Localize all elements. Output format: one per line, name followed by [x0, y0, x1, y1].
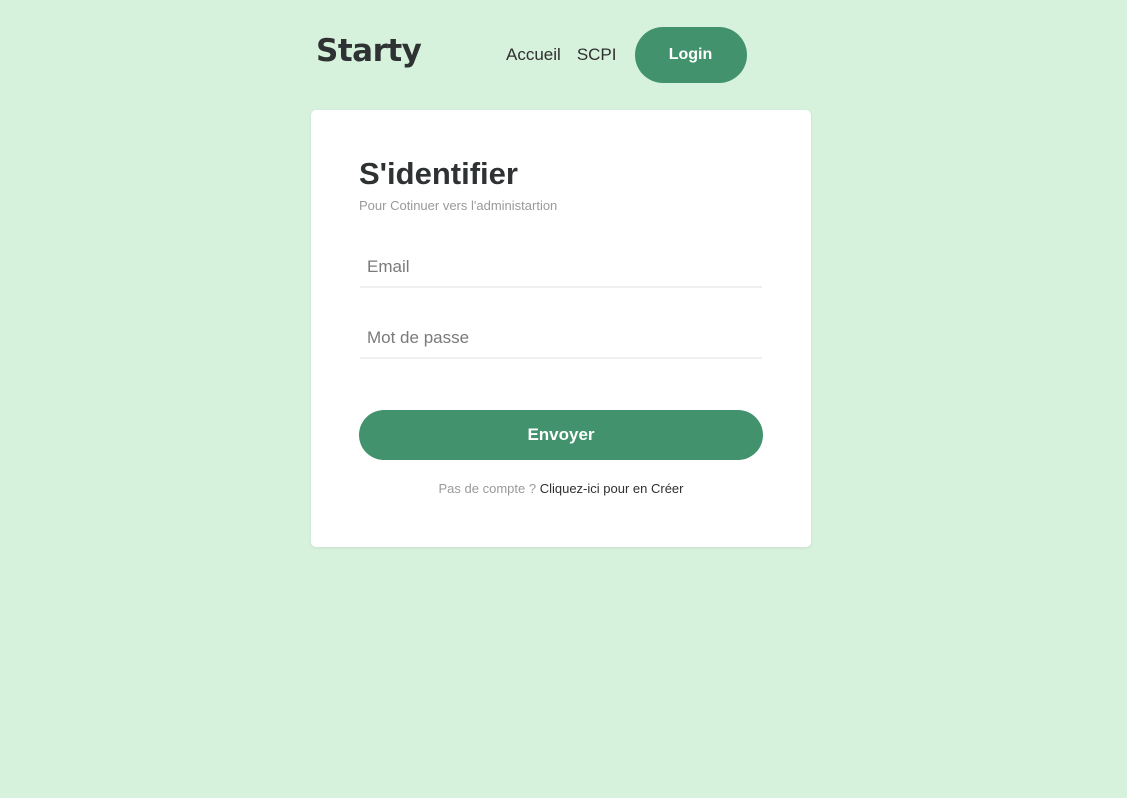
nav-link-home[interactable]: Accueil: [506, 45, 561, 65]
password-field[interactable]: [360, 319, 762, 359]
main-nav: Accueil SCPI Login: [506, 27, 747, 83]
email-field[interactable]: [360, 248, 762, 288]
signup-prompt: Pas de compte ? Cliquez-ici pour en Crée…: [311, 481, 811, 496]
login-button[interactable]: Login: [634, 27, 747, 83]
page-subtitle: Pour Cotinuer vers l'administartion: [359, 198, 558, 213]
page-title: S'identifier: [359, 156, 518, 191]
signup-prompt-text: Pas de compte ?: [438, 481, 537, 496]
top-header: Starty Accueil SCPI Login: [316, 27, 756, 83]
login-card: S'identifier Pour Cotinuer vers l'admini…: [311, 110, 811, 547]
submit-button[interactable]: Envoyer: [359, 410, 763, 460]
signup-link[interactable]: Cliquez-ici pour en Créer: [540, 481, 684, 496]
nav-link-scpi[interactable]: SCPI: [577, 45, 617, 65]
brand-logo[interactable]: Starty: [316, 33, 422, 69]
